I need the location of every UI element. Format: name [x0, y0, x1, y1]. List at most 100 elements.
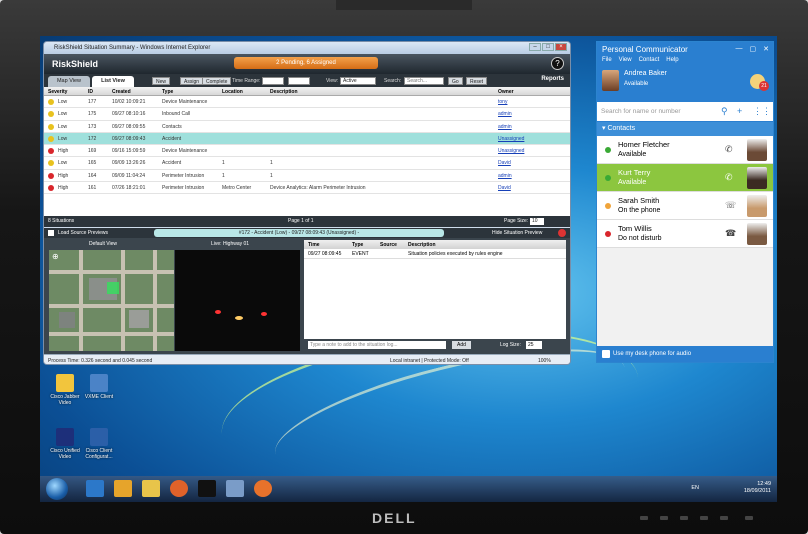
pager[interactable]: Page 1 of 1	[288, 216, 314, 227]
close-button[interactable]: ×	[555, 43, 567, 51]
language-indicator[interactable]: EN	[691, 485, 699, 491]
owner-cell[interactable]: Unassigned	[498, 145, 524, 157]
owner-cell[interactable]: admin	[498, 121, 512, 133]
console-taskbar-icon[interactable]	[198, 480, 216, 497]
help-icon[interactable]: ?	[551, 57, 564, 70]
table-row[interactable]: High 161 07/26 18:21:01 Perimeter Intrusion…	[44, 182, 570, 195]
table-row[interactable]: Low 175 09/27 08:10:16 Inbound Call admin	[44, 108, 570, 121]
map-zoom-icon[interactable]: ⊕	[52, 252, 59, 261]
view-select[interactable]: Active	[340, 77, 376, 85]
menu-help[interactable]: Help	[666, 57, 678, 63]
browser-titlebar: RiskShield Situation Summary - Windows I…	[44, 42, 570, 54]
media-player-taskbar-icon[interactable]	[170, 480, 188, 497]
contact-item[interactable]: Kurt Terry Available ✆	[597, 164, 773, 192]
zoom-level[interactable]: 100%	[538, 355, 551, 364]
menu-file[interactable]: File	[602, 57, 612, 63]
owner-cell[interactable]: admin	[498, 108, 512, 120]
event-column-source[interactable]: Source	[380, 242, 397, 248]
contact-search[interactable]: Search for name or number ⚲ + ⋮⋮	[597, 102, 773, 122]
event-column-description[interactable]: Description	[408, 242, 436, 248]
table-row[interactable]: Low 172 09/27 08:09:43 Accident Unassigned	[44, 132, 570, 146]
minimize-button[interactable]: —	[736, 45, 743, 53]
tab-list-view[interactable]: List View	[92, 76, 134, 87]
table-row[interactable]: Low 165 09/09 13:26:26 Accident 1 1 David	[44, 157, 570, 170]
load-previews-checkbox[interactable]	[48, 230, 54, 236]
column-description[interactable]: Description	[270, 89, 298, 95]
column-id[interactable]: ID	[88, 89, 93, 95]
close-button[interactable]: ✕	[763, 45, 769, 53]
owner-cell[interactable]: Unassigned	[498, 133, 524, 145]
event-row[interactable]: 09/27 08:09:45 EVENT Situation policies …	[304, 249, 566, 259]
add-contact-icon[interactable]: +	[737, 106, 742, 116]
severity-icon	[48, 111, 54, 118]
column-severity[interactable]: Severity	[48, 89, 67, 95]
menu-contact[interactable]: Contact	[639, 57, 660, 63]
new-button[interactable]: New	[152, 77, 171, 85]
camera-view[interactable]: Live: Highway 01	[175, 240, 300, 351]
dialpad-icon[interactable]: ⋮⋮	[753, 106, 771, 117]
assign-button[interactable]: Assign	[180, 77, 204, 85]
column-owner[interactable]: Owner	[498, 89, 514, 95]
desk-phone-option[interactable]: Use my desk phone for audio	[597, 346, 773, 362]
table-row[interactable]: High 164 09/09 11:04:24 Perimeter Intrusion…	[44, 170, 570, 183]
column-type[interactable]: Type	[162, 89, 173, 95]
time-range-end-field[interactable]	[288, 77, 310, 85]
desktop-icon[interactable]: Cisco Jabber Video	[48, 374, 82, 406]
user-status[interactable]: Available	[624, 81, 648, 87]
phone-icon[interactable]: ☎	[725, 228, 736, 239]
owner-cell[interactable]: David	[498, 157, 511, 169]
start-button[interactable]	[46, 478, 68, 500]
phone-icon[interactable]: ✆	[725, 144, 733, 155]
desktop-icon[interactable]: Cisco Client Configurat...	[82, 428, 116, 460]
menu-view[interactable]: View	[619, 57, 632, 63]
jabber-taskbar-icon[interactable]	[114, 480, 132, 497]
owner-cell[interactable]: admin	[498, 170, 512, 182]
map-imagery	[49, 240, 174, 351]
column-created[interactable]: Created	[112, 89, 131, 95]
app-taskbar-icon[interactable]	[226, 480, 244, 497]
contacts-group-header[interactable]: ▾ Contacts	[597, 122, 773, 136]
map-view[interactable]: Default View ⊕	[49, 240, 174, 351]
search-icon[interactable]: ⚲	[721, 106, 728, 117]
time-range-label: Time Range:	[232, 78, 261, 84]
minimize-button[interactable]: –	[529, 43, 541, 51]
pending-assigned-banner[interactable]: 2 Pending, 6 Assigned	[234, 57, 378, 69]
ie-taskbar-icon[interactable]	[86, 480, 104, 497]
complete-button[interactable]: Complete	[202, 77, 232, 85]
note-input[interactable]: Type a note to add to the situation log.…	[308, 341, 446, 349]
owner-cell[interactable]: David	[498, 182, 511, 194]
reset-button[interactable]: Reset	[466, 77, 488, 85]
communicator-taskbar-icon[interactable]	[254, 480, 272, 497]
desk-phone-checkbox[interactable]	[602, 350, 610, 358]
page-size-select[interactable]: 10	[530, 218, 544, 225]
desktop-icon[interactable]: Cisco Unified Video	[48, 428, 82, 460]
tab-map-view[interactable]: Map View	[48, 76, 90, 87]
maximize-button[interactable]: □	[542, 43, 554, 51]
reports-button[interactable]: Reports	[541, 76, 564, 82]
column-location[interactable]: Location	[222, 89, 243, 95]
desktop-icon[interactable]: VXME Client	[82, 374, 116, 400]
system-clock[interactable]: 12:49 18/09/2011	[744, 481, 771, 495]
explorer-taskbar-icon[interactable]	[142, 480, 160, 497]
search-input[interactable]: Search...	[404, 77, 444, 85]
avatar[interactable]	[602, 70, 619, 91]
hide-preview-icon[interactable]	[558, 229, 566, 237]
contact-item[interactable]: Tom Willis Do not disturb ☎	[597, 220, 773, 248]
owner-cell[interactable]: tony	[498, 96, 507, 108]
add-note-button[interactable]: Add	[452, 341, 471, 349]
search-input[interactable]: Search for name or number	[601, 108, 680, 115]
event-column-time[interactable]: Time	[308, 242, 320, 248]
time-range-start-field[interactable]	[262, 77, 284, 85]
table-row[interactable]: Low 173 09/27 08:09:55 Contacts admin	[44, 121, 570, 133]
hide-preview-button[interactable]: Hide Situation Preview	[492, 228, 542, 238]
phone-icon[interactable]: ☏	[725, 200, 736, 211]
contact-item[interactable]: Sarah Smith On the phone ☏	[597, 192, 773, 220]
table-row[interactable]: Low 177 10/02 10:09:21 Device Maintenance to…	[44, 96, 570, 109]
table-row[interactable]: High 169 09/16 15:09:59 Device Maintenance U…	[44, 145, 570, 158]
log-size-select[interactable]: 25	[526, 341, 542, 349]
contact-item[interactable]: Homer Fletcher Available ✆	[597, 136, 773, 164]
event-column-type[interactable]: Type	[352, 242, 363, 248]
phone-icon[interactable]: ✆	[725, 172, 733, 183]
go-button[interactable]: Go	[448, 77, 463, 85]
maximize-button[interactable]: ▢	[750, 45, 757, 53]
